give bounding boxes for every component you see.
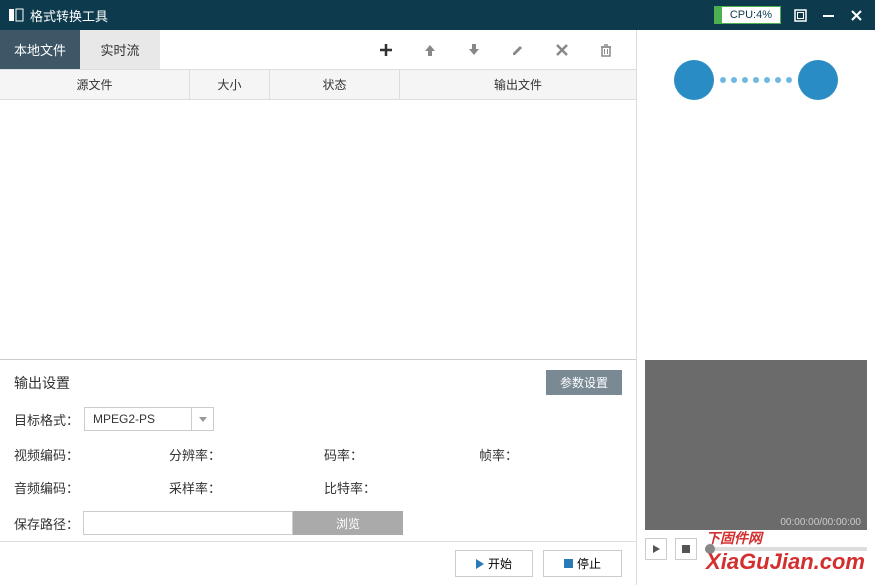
stop-button[interactable]: 停止: [543, 550, 622, 577]
action-row: 开始 停止: [0, 541, 636, 585]
toolbar: 本地文件 实时流: [0, 30, 636, 70]
titlebar: 格式转换工具 CPU:4%: [0, 0, 875, 30]
browse-button[interactable]: 浏览: [293, 511, 403, 535]
tab-stream[interactable]: 实时流: [80, 30, 160, 69]
th-source: 源文件: [0, 70, 190, 99]
framerate-label: 帧率：: [479, 445, 518, 464]
play-icon: [653, 545, 660, 553]
chevron-down-icon: [191, 408, 213, 430]
move-up-icon[interactable]: [420, 40, 440, 60]
restore-icon[interactable]: [791, 6, 809, 24]
close-icon[interactable]: [847, 6, 865, 24]
stop-label: 停止: [577, 555, 601, 572]
tab-local-file[interactable]: 本地文件: [0, 30, 80, 69]
edit-icon[interactable]: [508, 40, 528, 60]
preview-play-button[interactable]: [645, 538, 667, 560]
play-icon: [476, 559, 484, 569]
connection-graphic: [637, 30, 875, 360]
save-path-label: 保存路径：: [14, 514, 79, 533]
cpu-badge: CPU:4%: [714, 6, 781, 24]
app-icon: [8, 7, 24, 23]
start-button[interactable]: 开始: [455, 550, 533, 577]
video-codec-label: 视频编码：: [14, 445, 79, 464]
target-format-label: 目标格式：: [14, 410, 84, 429]
tool-icons: [376, 40, 636, 60]
stop-icon: [682, 545, 690, 553]
titlebar-left: 格式转换工具: [8, 6, 108, 25]
target-format-row: 目标格式： MPEG2-PS: [14, 407, 622, 431]
seek-slider[interactable]: [705, 547, 867, 551]
th-status: 状态: [270, 70, 400, 99]
app-title: 格式转换工具: [30, 6, 108, 25]
stop-icon: [564, 559, 573, 568]
audio-info-row: 音频编码： 采样率： 比特率：: [14, 478, 622, 497]
right-column: 00:00:00/00:00:00: [637, 30, 875, 585]
save-path-row: 保存路径： 浏览: [14, 511, 622, 535]
file-list[interactable]: [0, 100, 636, 359]
audio-bitrate-label: 比特率：: [324, 478, 376, 497]
resolution-label: 分辨率：: [169, 445, 221, 464]
circle-icon: [798, 60, 838, 100]
th-size: 大小: [190, 70, 270, 99]
video-info-row: 视频编码： 分辨率： 码率： 帧率：: [14, 445, 622, 464]
remove-icon[interactable]: [552, 40, 572, 60]
th-output: 输出文件: [400, 70, 636, 99]
circle-icon: [674, 60, 714, 100]
output-title: 输出设置: [14, 373, 70, 393]
slider-thumb[interactable]: [705, 544, 715, 554]
preview-stop-button[interactable]: [675, 538, 697, 560]
save-path-input[interactable]: [83, 511, 293, 535]
titlebar-right: CPU:4%: [714, 6, 875, 24]
bitrate-label: 码率：: [324, 445, 363, 464]
move-down-icon[interactable]: [464, 40, 484, 60]
output-header: 输出设置 参数设置: [14, 370, 622, 395]
left-column: 本地文件 实时流: [0, 30, 637, 585]
target-format-dropdown[interactable]: MPEG2-PS: [84, 407, 214, 431]
add-icon[interactable]: [376, 40, 396, 60]
minimize-icon[interactable]: [819, 6, 837, 24]
player-controls: [637, 530, 875, 568]
start-label: 开始: [488, 555, 512, 572]
video-preview: 00:00:00/00:00:00: [645, 360, 867, 530]
samplerate-label: 采样率：: [169, 478, 221, 497]
time-display: 00:00:00/00:00:00: [780, 517, 861, 528]
main: 本地文件 实时流: [0, 30, 875, 585]
table-header: 源文件 大小 状态 输出文件: [0, 70, 636, 100]
audio-codec-label: 音频编码：: [14, 478, 79, 497]
tabs: 本地文件 实时流: [0, 30, 160, 69]
target-format-value: MPEG2-PS: [85, 412, 191, 426]
param-settings-button[interactable]: 参数设置: [546, 370, 622, 395]
output-panel: 输出设置 参数设置 目标格式： MPEG2-PS 视频编码： 分辨率： 码率： …: [0, 359, 636, 541]
delete-icon[interactable]: [596, 40, 616, 60]
connection-dots: [720, 77, 792, 83]
